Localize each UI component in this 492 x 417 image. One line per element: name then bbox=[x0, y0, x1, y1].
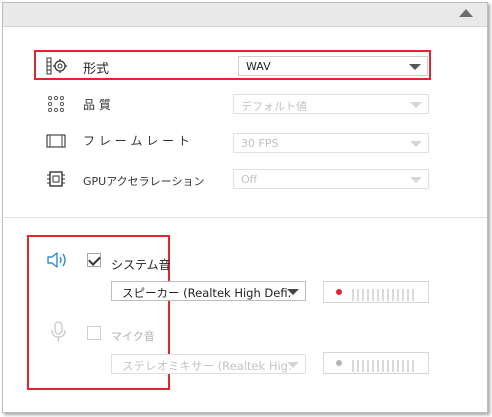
recording-dot-icon bbox=[336, 360, 342, 366]
dots-grid-icon bbox=[47, 95, 65, 113]
gpu-value: Off bbox=[241, 173, 258, 186]
chevron-down-icon bbox=[410, 177, 422, 183]
format-value: WAV bbox=[246, 60, 271, 73]
recording-settings-panel: 形式 WAV 品 質 デフォルト値 フ レ ー ム レ ー ト 30 FPS G… bbox=[2, 2, 488, 413]
chevron-down-icon bbox=[409, 64, 421, 70]
checkmark-icon bbox=[88, 253, 101, 266]
microphone-icon bbox=[51, 321, 66, 342]
system-audio-device-select[interactable]: スピーカー (Realtek High Defi... bbox=[111, 281, 306, 301]
system-audio-level-meter bbox=[323, 281, 429, 303]
chip-icon bbox=[47, 171, 65, 187]
chevron-down-icon bbox=[410, 102, 422, 108]
quality-select[interactable]: デフォルト値 bbox=[233, 94, 429, 114]
panel-header bbox=[3, 3, 487, 27]
mic-audio-checkbox[interactable] bbox=[87, 326, 101, 340]
video-settings-icon bbox=[46, 57, 67, 75]
level-bars bbox=[352, 286, 417, 301]
mic-audio-label: マイク音 bbox=[111, 330, 155, 343]
chevron-down-icon bbox=[287, 289, 299, 295]
framerate-value: 30 FPS bbox=[241, 137, 279, 150]
level-bars bbox=[352, 357, 417, 372]
chevron-down-icon bbox=[410, 141, 422, 147]
framerate-label: フ レ ー ム レ ー ト bbox=[83, 134, 190, 148]
quality-value: デフォルト値 bbox=[241, 100, 307, 113]
gpu-row: GPUアクセラレーション Off bbox=[3, 165, 487, 193]
section-divider bbox=[3, 217, 487, 218]
film-strip-icon bbox=[46, 134, 66, 148]
gpu-label: GPUアクセラレーション bbox=[83, 175, 205, 188]
mic-audio-level-meter bbox=[323, 352, 429, 374]
system-audio-checkbox[interactable] bbox=[87, 253, 101, 267]
recording-dot-icon bbox=[336, 289, 342, 295]
chevron-down-icon bbox=[287, 362, 299, 368]
framerate-select[interactable]: 30 FPS bbox=[233, 133, 429, 153]
format-select[interactable]: WAV bbox=[238, 56, 428, 76]
format-row: 形式 WAV bbox=[3, 52, 487, 80]
mic-audio-device-select[interactable]: ステレオミキサー (Realtek Hig... bbox=[111, 354, 306, 374]
quality-row: 品 質 デフォルト値 bbox=[3, 90, 487, 118]
speaker-icon bbox=[47, 252, 66, 268]
collapse-arrow-icon[interactable] bbox=[459, 9, 473, 17]
framerate-row: フ レ ー ム レ ー ト 30 FPS bbox=[3, 127, 487, 155]
mic-audio-device-value: ステレオミキサー (Realtek Hig... bbox=[122, 359, 292, 373]
quality-label: 品 質 bbox=[83, 98, 111, 112]
gpu-select[interactable]: Off bbox=[233, 169, 429, 189]
format-label: 形式 bbox=[83, 62, 110, 77]
system-audio-device-value: スピーカー (Realtek High Defi... bbox=[122, 286, 292, 300]
system-audio-label: システム音 bbox=[111, 258, 171, 272]
